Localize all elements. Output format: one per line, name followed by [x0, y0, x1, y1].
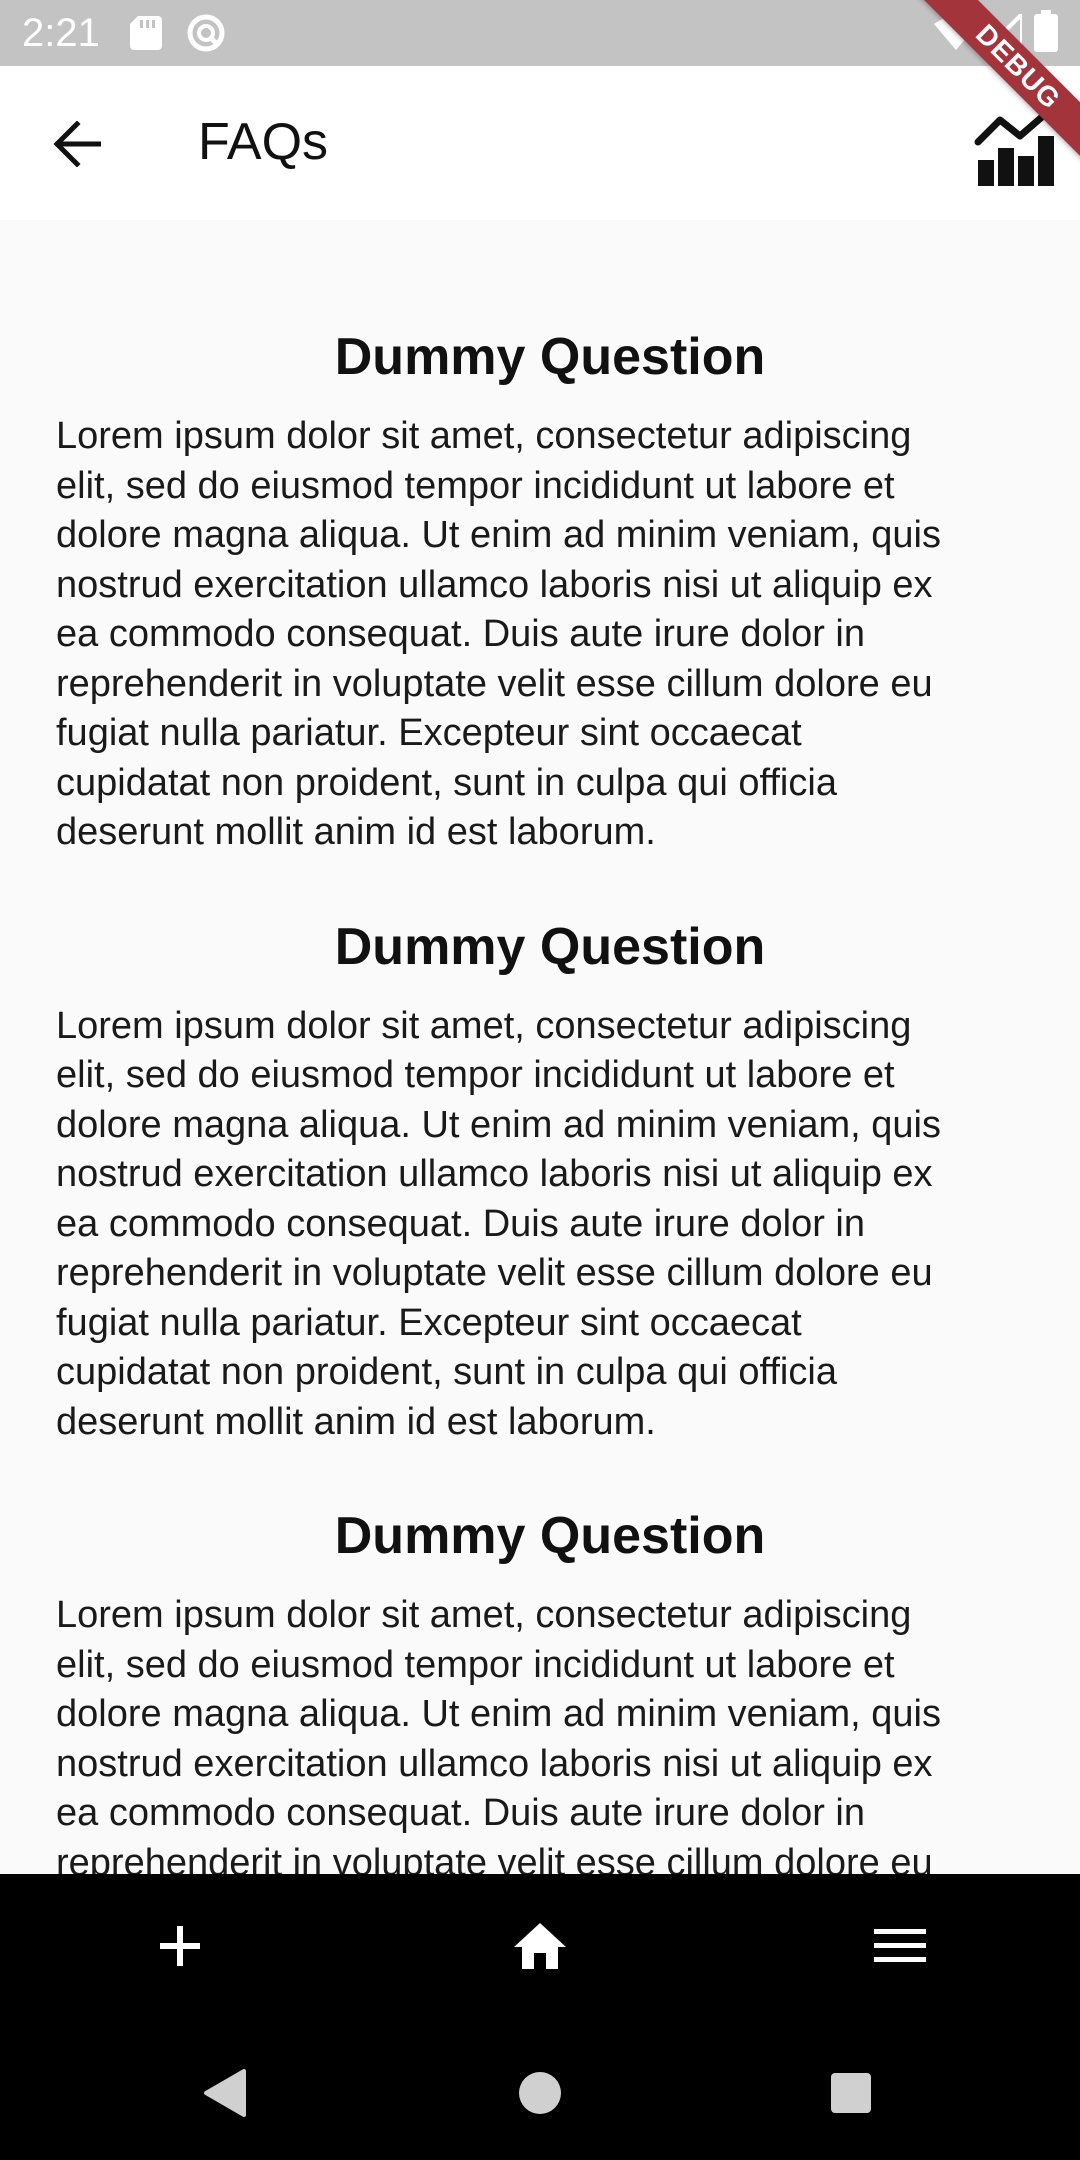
- home-button[interactable]: [490, 1896, 590, 1996]
- faq-screen: 2:21 DEBUG FAQs Dummy Question Lorem ips…: [0, 0, 1080, 2160]
- menu-icon: [874, 1929, 926, 1962]
- arrow-back-icon: [53, 121, 101, 167]
- faq-content[interactable]: Dummy Question Lorem ipsum dolor sit ame…: [0, 220, 1080, 1874]
- home-icon: [514, 1923, 566, 1969]
- home-circle-icon: [519, 2072, 561, 2114]
- faq-question: Dummy Question: [334, 917, 766, 976]
- sd-card-icon: [130, 16, 162, 50]
- page-title: FAQs: [198, 113, 329, 171]
- bottom-nav: [0, 1874, 1080, 2018]
- faq-answer: Lorem ipsum dolor sit amet, consectetur …: [56, 415, 941, 853]
- back-button[interactable]: [38, 110, 118, 178]
- app-bar: FAQs: [0, 66, 1080, 220]
- faq-list: Dummy Question Lorem ipsum dolor sit ame…: [0, 220, 1080, 1874]
- sync-icon: [187, 14, 225, 52]
- recents-square-icon: [831, 2073, 871, 2113]
- faq-item: Dummy Question Lorem ipsum dolor sit ame…: [56, 1505, 1024, 1874]
- system-back-button[interactable]: [180, 2048, 270, 2138]
- faq-question: Dummy Question: [334, 328, 766, 386]
- add-icon: [160, 1926, 200, 1966]
- system-recents-button[interactable]: [806, 2048, 896, 2138]
- faq-answer: Lorem ipsum dolor sit amet, consectetur …: [56, 1594, 941, 1874]
- add-button[interactable]: [130, 1896, 230, 1996]
- faq-item: Dummy Question Lorem ipsum dolor sit ame…: [56, 326, 1024, 858]
- faq-answer: Lorem ipsum dolor sit amet, consectetur …: [56, 1004, 941, 1443]
- faq-question: Dummy Question: [334, 1507, 766, 1565]
- status-bar: 2:21: [0, 0, 1080, 66]
- faq-item: Dummy Question Lorem ipsum dolor sit ame…: [56, 916, 1024, 1448]
- menu-button[interactable]: [850, 1896, 950, 1996]
- status-time: 2:21: [22, 11, 100, 55]
- back-triangle-icon: [204, 2069, 246, 2117]
- battery-icon: [1034, 10, 1058, 52]
- system-home-button[interactable]: [495, 2048, 585, 2138]
- system-nav-bar: [0, 2018, 1080, 2160]
